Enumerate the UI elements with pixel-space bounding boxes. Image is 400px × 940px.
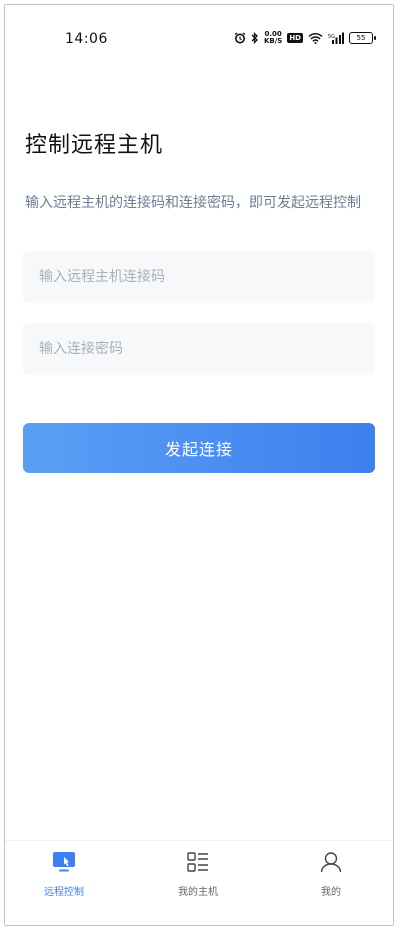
alarm-icon (234, 29, 246, 48)
status-bar: 14:06 0.00 KB/S HD 5G 55 (5, 5, 395, 47)
status-time: 14:06 (65, 31, 108, 47)
net-speed: 0.00 KB/S (264, 31, 282, 45)
tab-label-remote-control: 远程控制 (44, 887, 84, 898)
signal-icon: 5G (328, 29, 344, 48)
host-list-icon (186, 852, 210, 877)
page-title: 控制远程主机 (25, 133, 164, 158)
battery-indicator: 55 (349, 32, 376, 44)
bottom-tab-bar: 远程控制 我的主机 我的 (5, 840, 393, 925)
page-description: 输入远程主机的连接码和连接密码，即可发起远程控制 (25, 195, 361, 211)
wifi-icon (308, 29, 323, 48)
svg-text:5G: 5G (328, 34, 335, 40)
user-icon (319, 852, 343, 877)
tab-label-my-hosts: 我的主机 (178, 887, 218, 898)
remote-control-icon (52, 852, 76, 877)
phone-frame: 14:06 0.00 KB/S HD 5G 55 控制远程主机 输入远程主机的连… (4, 4, 394, 926)
connect-button[interactable]: 发起连接 (23, 423, 375, 473)
net-speed-unit: KB/S (263, 37, 283, 45)
status-icons: 0.00 KB/S HD 5G 55 (234, 29, 376, 48)
connection-code-input[interactable] (23, 251, 375, 303)
hd-badge: HD (287, 33, 303, 43)
bluetooth-icon (251, 29, 259, 48)
tab-profile[interactable]: 我的 (286, 851, 376, 898)
tab-label-profile: 我的 (321, 887, 341, 898)
connection-password-input[interactable] (23, 323, 375, 375)
tab-my-hosts[interactable]: 我的主机 (153, 851, 243, 898)
tab-remote-control[interactable]: 远程控制 (19, 851, 109, 898)
